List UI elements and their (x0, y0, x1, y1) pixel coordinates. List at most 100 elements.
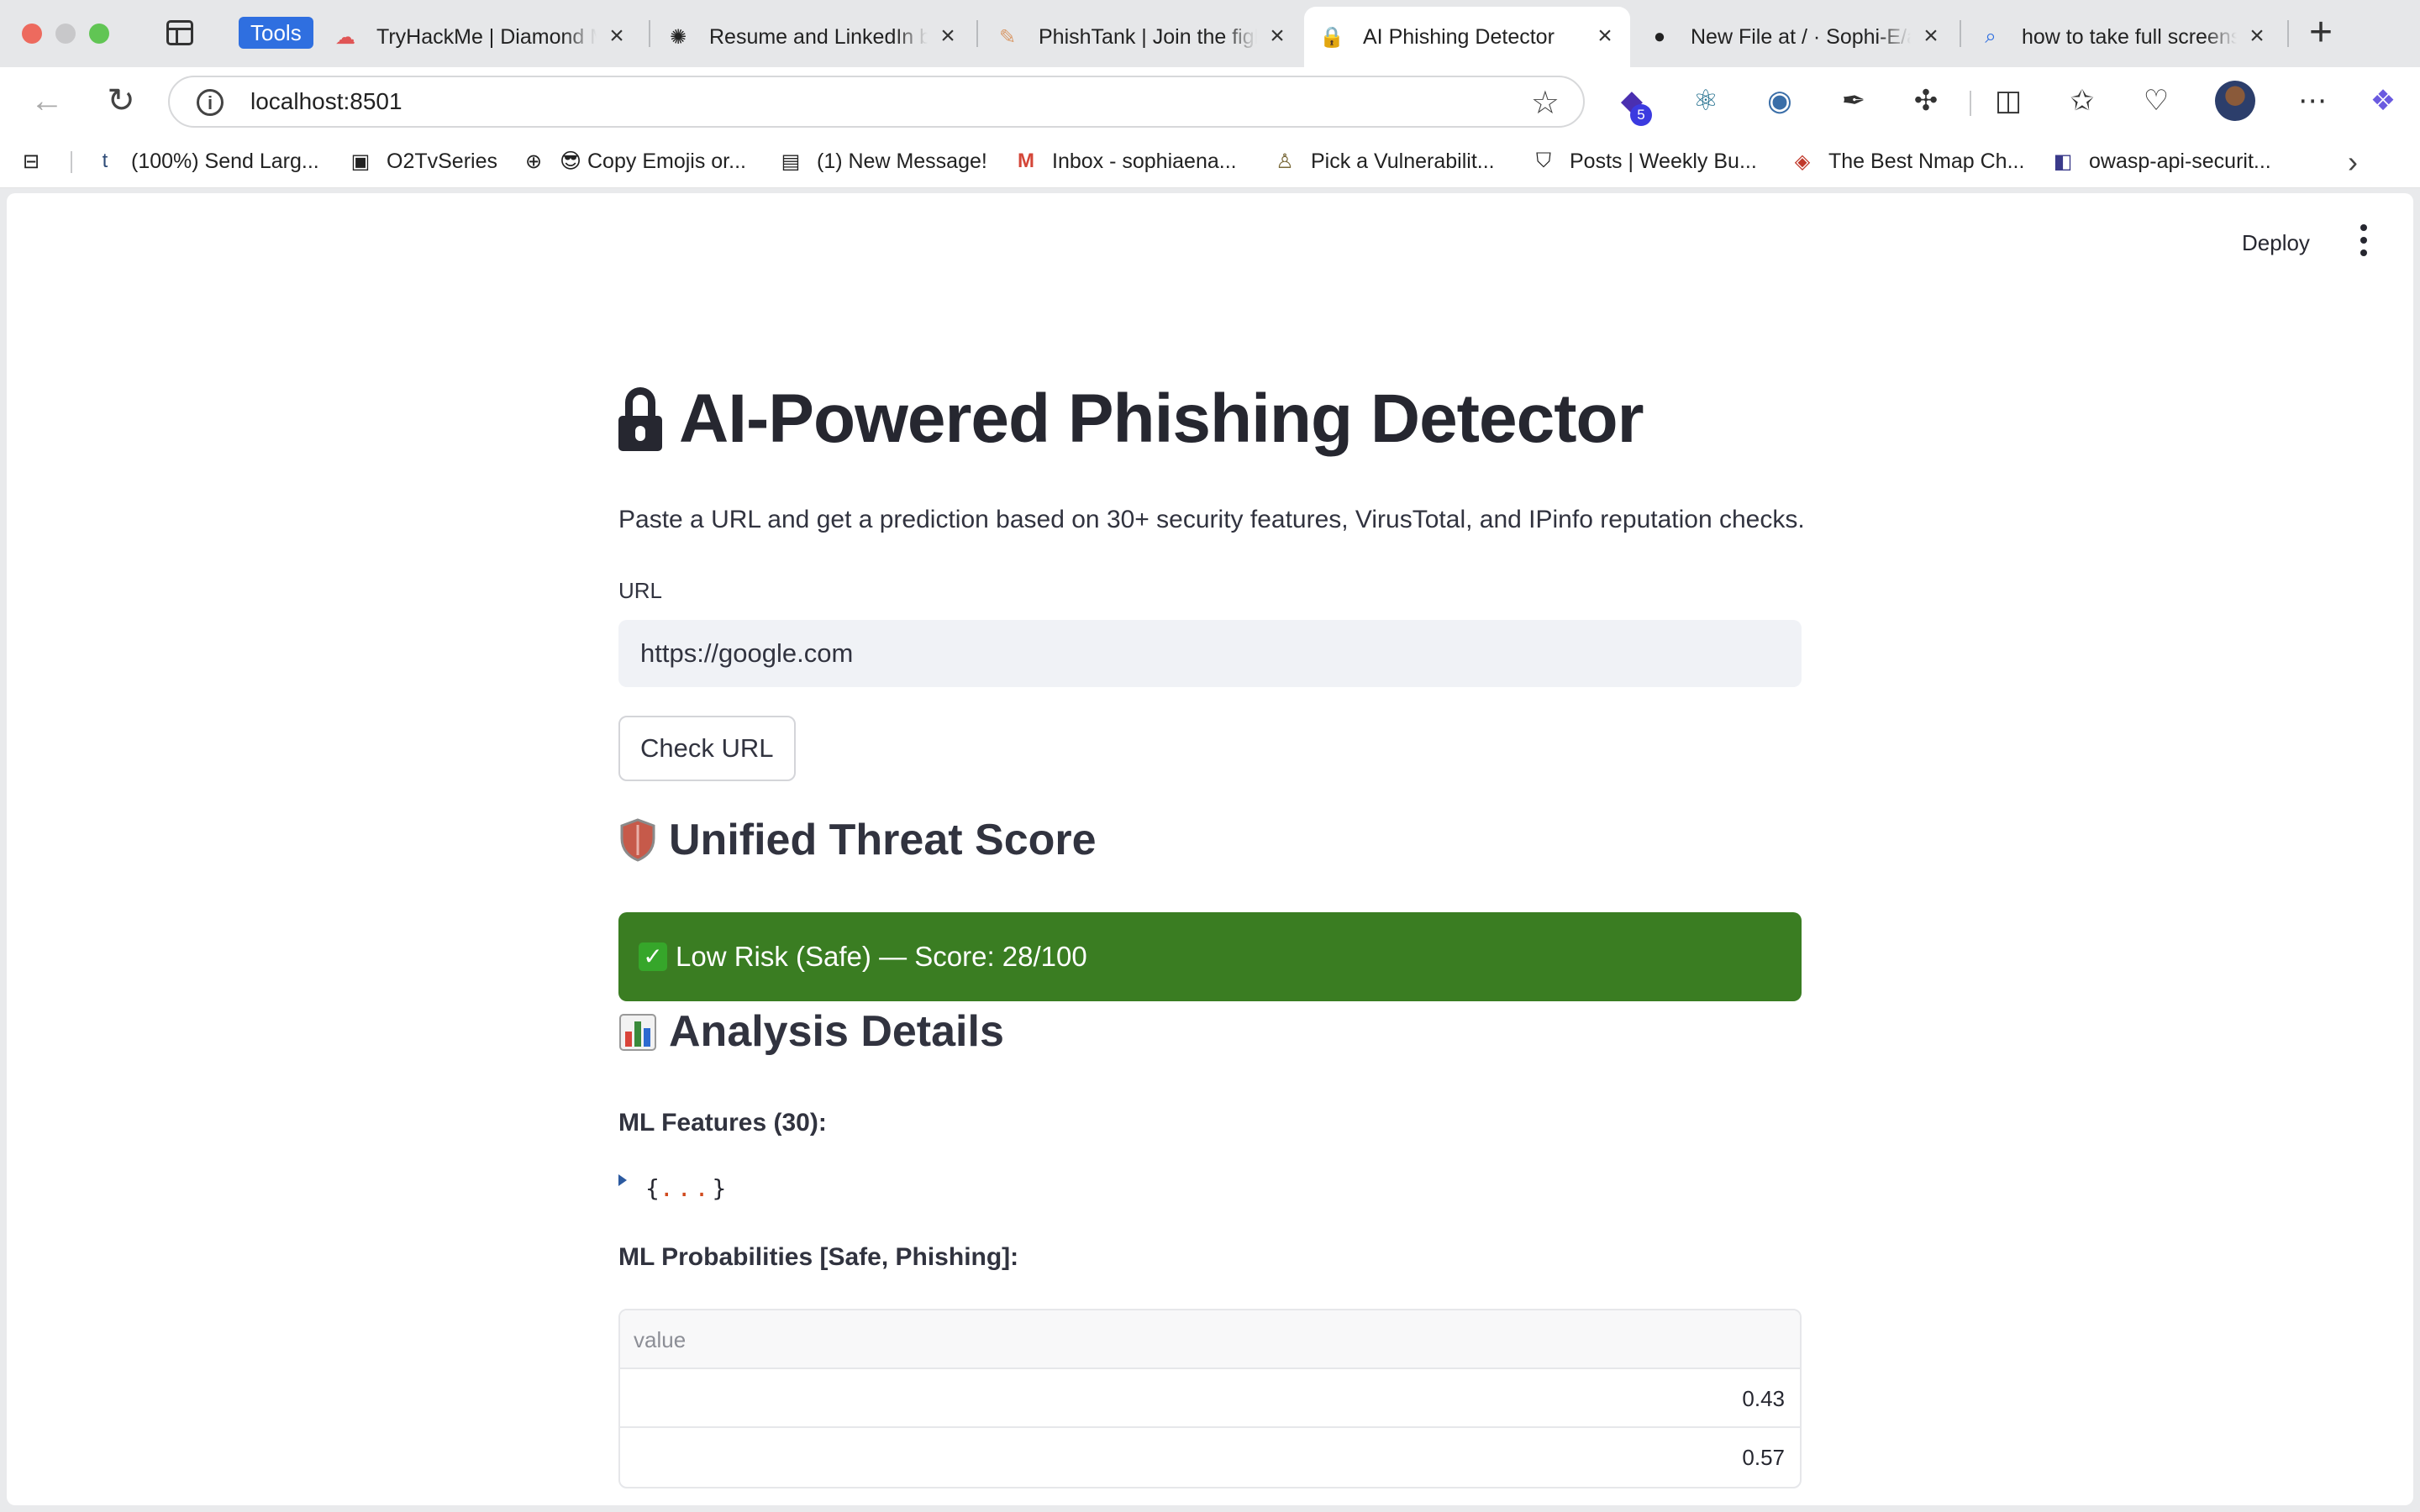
extension-badge: 5 (1630, 104, 1652, 126)
profile-avatar[interactable] (2215, 81, 2255, 121)
chevron-right-icon[interactable]: › (2348, 144, 2358, 180)
bookmark-item[interactable]: ⊕ 😎 Copy Emojis or... (521, 144, 746, 178)
bookmark-item[interactable]: ◧ owasp-api-securit... (2050, 144, 2271, 178)
json-close-brace: } (712, 1174, 727, 1202)
bookmark-label: (100%) Send Larg... (131, 149, 319, 173)
table-row[interactable]: 0.43 (620, 1369, 1800, 1428)
bookmark-item[interactable]: M Inbox - sophiaena... (1013, 144, 1237, 178)
address-text[interactable]: localhost:8501 (250, 77, 402, 126)
tab-title: how to take full screens (2022, 24, 2237, 49)
tab-divider (2287, 20, 2289, 47)
tryhackme-cloud-icon: ☁ (335, 25, 355, 49)
bookmark-label: Pick a Vulnerabilit... (1311, 149, 1495, 173)
close-icon[interactable]: × (605, 24, 629, 49)
bookmark-item[interactable]: ◈ The Best Nmap Ch... (1790, 144, 2025, 178)
app-page: Deploy AI-Powered Phishing Detector Past… (7, 193, 2413, 1505)
bookmark-label: 😎 Copy Emojis or... (560, 150, 746, 173)
copilot-icon[interactable]: ❖ (2366, 84, 2400, 118)
bookmark-item[interactable]: ⛉ Posts | Weekly Bu... (1531, 144, 1757, 178)
tab-divider (976, 20, 978, 47)
bookmark-item[interactable]: ♙ Pick a Vulnerabilit... (1272, 144, 1495, 178)
shield-icon (620, 818, 655, 862)
owasp-icon: ◧ (2053, 150, 2073, 173)
tab-ai-phishing-detector[interactable]: 🔒 AI Phishing Detector × (1304, 7, 1630, 67)
bookmark-item[interactable]: ▣ O2TvSeries (348, 144, 497, 178)
back-button[interactable]: ← (25, 79, 69, 123)
reload-button[interactable]: ↻ (99, 79, 143, 123)
bookmark-label: Inbox - sophiaena... (1052, 149, 1237, 173)
close-icon[interactable]: × (1265, 24, 1289, 49)
close-icon[interactable]: × (2245, 24, 2269, 49)
browser-essentials-icon[interactable]: ♡ (2139, 84, 2173, 118)
url-input[interactable] (618, 620, 1802, 687)
expand-triangle-icon[interactable] (618, 1173, 627, 1186)
react-devtools-icon[interactable]: ⚛ (1689, 84, 1723, 118)
json-collapsed-dots[interactable]: ... (660, 1174, 713, 1202)
close-window-button[interactable] (22, 24, 42, 44)
tab-title: Resume and LinkedIn b (709, 24, 928, 49)
site-info-icon[interactable]: i (197, 89, 224, 116)
tab-title: PhishTank | Join the figh (1039, 24, 1257, 49)
o2tv-icon: ▣ (350, 150, 371, 173)
bookmark-label: (1) New Message! (817, 149, 987, 173)
globe-extension-icon[interactable]: ◉ (1763, 84, 1797, 118)
close-icon[interactable]: × (936, 24, 960, 49)
bookmark-label: O2TvSeries (387, 149, 497, 173)
bookmark-label: Posts | Weekly Bu... (1570, 149, 1757, 173)
eyedropper-icon[interactable]: ✒ (1837, 84, 1870, 118)
table-row[interactable]: 0.57 (620, 1428, 1800, 1487)
more-menu-icon[interactable]: ⋯ (2296, 84, 2329, 118)
split-screen-icon[interactable]: ◫ (1991, 84, 2025, 118)
figure-icon: ♙ (1276, 150, 1294, 173)
probabilities-table[interactable]: value 0.43 0.57 (618, 1309, 1802, 1488)
openai-icon: ✺ (669, 25, 687, 49)
nmap-icon: ◈ (1794, 150, 1811, 173)
reading-mode-icon[interactable]: ⊟ (18, 144, 57, 178)
close-icon[interactable]: × (1593, 24, 1617, 49)
tab-title: New File at / · Sophi-E/a (1691, 24, 1911, 49)
minimize-window-button[interactable] (55, 24, 76, 44)
page-subtitle: Paste a URL and get a prediction based o… (618, 506, 1805, 533)
bookmark-star-icon[interactable]: ☆ (1531, 84, 1560, 122)
json-viewer[interactable]: { ... } (618, 1173, 727, 1202)
bookmark-label: The Best Nmap Ch... (1828, 149, 2025, 173)
check-url-button[interactable]: Check URL (618, 716, 796, 781)
shield-icon: ⛉ (1536, 150, 1551, 172)
main-menu-icon[interactable] (2351, 222, 2376, 259)
address-bar[interactable]: i localhost:8501 ☆ (168, 76, 1585, 128)
bar-chart-icon (619, 1014, 656, 1051)
threat-score-heading: Unified Threat Score (618, 815, 1097, 865)
tab-divider (1960, 20, 1961, 47)
close-icon[interactable]: × (1919, 24, 1943, 49)
tab-tryhackme[interactable]: ☁ TryHackMe | Diamond M × (318, 7, 642, 67)
table-header[interactable]: value (620, 1310, 1800, 1369)
result-alert: ✓ Low Risk (Safe) — Score: 28/100 (618, 912, 1802, 1001)
extensions-puzzle-icon[interactable]: ✣ (1909, 84, 1943, 118)
tab-group-chip[interactable]: Tools (239, 17, 313, 49)
tab-search[interactable]: ⌕ how to take full screens × (1963, 7, 2282, 67)
tab-title: TryHackMe | Diamond M (376, 24, 597, 49)
ml-features-label: ML Features (30): (618, 1109, 827, 1137)
maximize-window-button[interactable] (89, 24, 109, 44)
phishtank-icon: ✎ (998, 25, 1017, 49)
bookmark-item[interactable]: ▤ (1) New Message! (778, 144, 987, 178)
threat-score-heading-text: Unified Threat Score (669, 816, 1097, 864)
page-title: AI-Powered Phishing Detector (618, 380, 1644, 459)
page-title-text: AI-Powered Phishing Detector (679, 381, 1644, 457)
tab-strip: Tools ☁ TryHackMe | Diamond M × ✺ Resume… (0, 0, 2420, 67)
gmail-icon: M (1018, 150, 1034, 172)
tab-actions-icon[interactable] (166, 20, 193, 45)
favorites-icon[interactable]: ✩ (2065, 84, 2099, 118)
bookmarks-divider (71, 151, 72, 173)
url-field-label: URL (618, 578, 663, 603)
lock-icon: 🔒 (1319, 25, 1344, 49)
ml-probabilities-label: ML Probabilities [Safe, Phishing]: (618, 1243, 1019, 1271)
json-open-brace: { (645, 1174, 660, 1202)
tab-resume[interactable]: ✺ Resume and LinkedIn b × (650, 7, 973, 67)
new-tab-button[interactable]: + (2309, 12, 2333, 54)
bookmark-item[interactable]: t (100%) Send Larg... (92, 144, 319, 178)
tab-phishtank[interactable]: ✎ PhishTank | Join the figh × (980, 7, 1302, 67)
deploy-button[interactable]: Deploy (2242, 230, 2310, 256)
globe-icon: ⊕ (524, 150, 543, 173)
tab-github[interactable]: ● New File at / · Sophi-E/a × (1632, 7, 1956, 67)
